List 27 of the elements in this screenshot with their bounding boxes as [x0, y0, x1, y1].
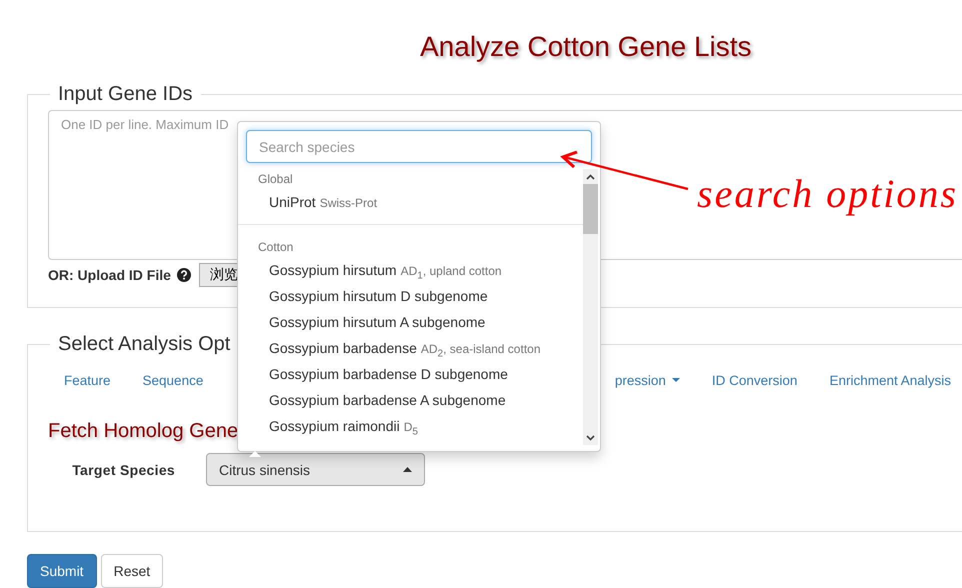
section-heading: Fetch Homolog Gene [48, 419, 238, 444]
tab[interactable]: ID Conversion [712, 372, 798, 388]
page-title: Analyze Cotton Gene Lists [420, 30, 753, 64]
group-header: Cotton [257, 239, 294, 256]
scrollbar[interactable] [583, 169, 598, 445]
field-label: Target Species [71, 462, 176, 478]
option-item[interactable]: UniProt Swiss-Prot [238, 189, 583, 215]
tab[interactable]: Sequence [142, 372, 204, 388]
annotation-text: search options [697, 170, 958, 217]
submit-button[interactable]: Submit [27, 554, 97, 588]
caret-icon [403, 467, 412, 472]
caret-icon [672, 378, 680, 382]
upload-label: OR: Upload ID File [48, 267, 171, 283]
scrollbar-thumb[interactable] [583, 184, 598, 234]
option-item[interactable]: Gossypium barbadense D subgenome [238, 361, 583, 387]
tab[interactable]: Enrichment Analysis [829, 372, 951, 388]
reset-button[interactable]: Reset [100, 554, 164, 588]
group-header: Global [257, 171, 294, 188]
option-item[interactable]: Gossypium raimondii D$_{5}$ [238, 413, 583, 439]
option-item[interactable]: Gossypium hirsutum A subgenome [238, 309, 583, 335]
option-item[interactable]: Gossypium barbadense A subgenome [238, 387, 583, 413]
option-item[interactable]: Gossypium barbadense AD$_{2}$, sea-island cotton [238, 335, 583, 361]
tab[interactable]: Feature [64, 372, 111, 388]
tab[interactable]: pression [614, 372, 680, 388]
species-select[interactable]: Citrus sinensis [206, 453, 425, 486]
help-icon [176, 268, 191, 282]
search-field[interactable]: Search species [246, 130, 592, 163]
